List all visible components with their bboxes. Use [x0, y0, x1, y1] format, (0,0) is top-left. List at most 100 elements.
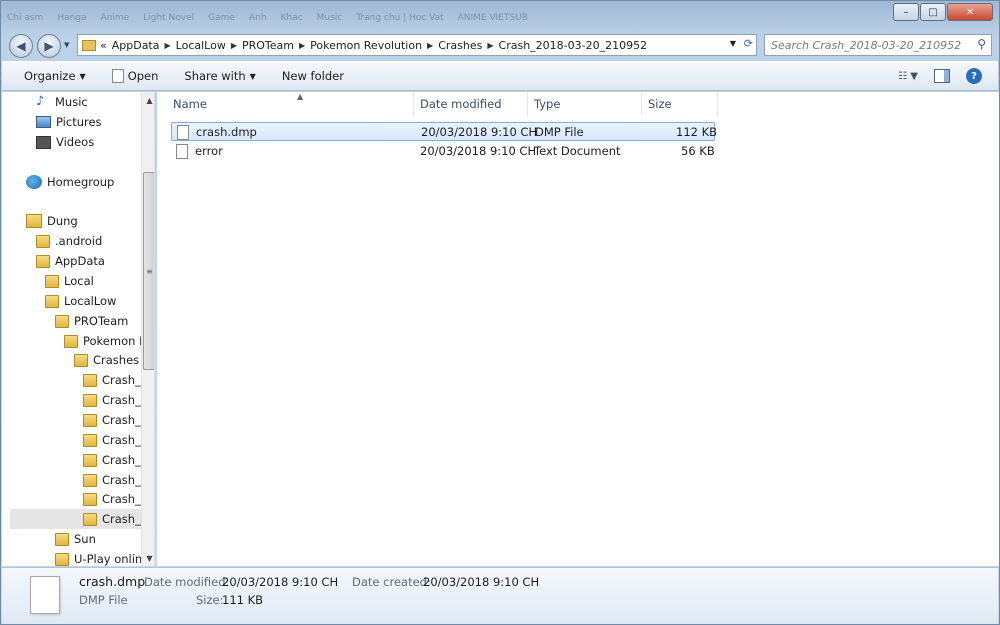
homegroup-icon	[26, 175, 42, 189]
breadcrumb-item[interactable]: Crash_2018-03-20_210952	[499, 39, 648, 52]
breadcrumb: AppData ▶ LocalLow ▶ PROTeam ▶ Pokemon Revo…	[112, 39, 647, 52]
nav-item-appdata[interactable]: AppData	[36, 251, 105, 271]
nav-item-label: Local	[64, 274, 94, 288]
nav-item-uplay[interactable]: U-Play online	[55, 549, 149, 566]
breadcrumb-arrow-icon[interactable]: ▶	[427, 41, 433, 50]
file-date: 20/03/2018 9:10 CH	[420, 144, 537, 158]
nav-item-crash-folder[interactable]: Crash_2	[83, 470, 148, 490]
help-icon[interactable]: ?	[966, 68, 982, 84]
close-button[interactable]: ✕	[947, 3, 993, 21]
refresh-icon[interactable]: ⟳	[744, 37, 753, 50]
nav-item-crash-folder[interactable]: Crash_2	[83, 410, 148, 430]
share-with-button[interactable]: Share with ▼	[184, 69, 255, 83]
nav-item-crash-folder[interactable]: Crash_2	[83, 489, 148, 509]
nav-scrollbar[interactable]: ▲ ≡ ▼	[141, 92, 154, 566]
back-arrow-icon: ◀	[16, 39, 26, 53]
breadcrumb-item[interactable]: Crashes	[438, 39, 482, 52]
nav-item-pictures[interactable]: Pictures	[36, 112, 102, 132]
column-header-name[interactable]: Name ▲	[167, 92, 414, 116]
nav-item-label: Pokemon R	[83, 334, 148, 348]
nav-item-label: Sun	[74, 532, 96, 546]
breadcrumb-arrow-icon[interactable]: ▶	[231, 41, 237, 50]
address-bar[interactable]: « AppData ▶ LocalLow ▶ PROTeam ▶ Pokemon Re…	[77, 34, 757, 56]
folder-icon	[82, 39, 96, 51]
organize-button[interactable]: Organize ▼	[24, 69, 86, 83]
file-thumbnail-icon	[30, 576, 60, 614]
nav-item-local[interactable]: Local	[45, 271, 94, 291]
view-options-icon[interactable]: ☷ ▼	[898, 71, 918, 82]
folder-icon	[36, 234, 50, 248]
nav-item-label: Videos	[56, 135, 95, 149]
background-tab: ANIME VIETSUB	[457, 13, 528, 23]
address-overflow-chevron[interactable]: «	[100, 39, 107, 52]
nav-item-proteam[interactable]: PROTeam	[55, 311, 128, 331]
breadcrumb-arrow-icon[interactable]: ▶	[487, 41, 493, 50]
file-icon	[177, 125, 189, 140]
nav-item-pokemon[interactable]: Pokemon R	[64, 331, 147, 351]
search-icon[interactable]: ⚲	[977, 37, 986, 51]
folder-icon	[83, 393, 97, 407]
videos-icon	[36, 135, 51, 149]
nav-item-videos[interactable]: Videos	[36, 132, 94, 152]
file-date: 20/03/2018 9:10 CH	[421, 125, 538, 139]
preview-pane-icon[interactable]	[934, 69, 950, 83]
breadcrumb-item[interactable]: Pokemon Revolution	[310, 39, 422, 52]
nav-item-crash-folder[interactable]: Crash_2	[83, 430, 148, 450]
nav-item-android[interactable]: .android	[36, 231, 102, 251]
breadcrumb-item[interactable]: PROTeam	[242, 39, 294, 52]
nav-item-crash-folder[interactable]: Crash_2	[83, 390, 148, 410]
nav-item-crash-folder[interactable]: Crash_2	[83, 370, 148, 390]
recent-pages-dropdown[interactable]: ▼	[64, 41, 69, 49]
scrollbar-thumb[interactable]: ≡	[143, 172, 154, 370]
details-date-created-label: Date created:	[352, 575, 431, 589]
nav-item-sun[interactable]: Sun	[55, 529, 96, 549]
open-button[interactable]: Open	[111, 69, 158, 83]
scroll-up-icon[interactable]: ▲	[142, 92, 154, 108]
nav-item-crashes[interactable]: Crashes	[74, 350, 139, 370]
folder-icon	[83, 413, 97, 427]
new-folder-button[interactable]: New folder	[282, 69, 344, 83]
breadcrumb-item[interactable]: LocalLow	[176, 39, 226, 52]
search-placeholder: Search Crash_2018-03-20_210952	[771, 38, 962, 52]
column-label: Name	[173, 97, 207, 111]
details-pane: crash.dmp DMP File Date modified: 20/03/…	[2, 567, 998, 624]
breadcrumb-arrow-icon[interactable]: ▶	[299, 41, 305, 50]
folder-icon	[83, 492, 97, 506]
folder-icon	[64, 334, 78, 348]
forward-button[interactable]: ▶	[37, 34, 61, 58]
minimize-button[interactable]: –	[893, 3, 919, 21]
folder-icon	[45, 274, 59, 288]
navigation-bar: ◀ ▶ ▼ « AppData ▶ LocalLow ▶ PROTeam ▶ Poke…	[1, 31, 999, 59]
folder-icon	[55, 532, 69, 546]
file-row[interactable]: error 20/03/2018 9:10 CH Text Document 5…	[171, 142, 715, 161]
scroll-down-icon[interactable]: ▼	[142, 550, 154, 566]
nav-item-music[interactable]: ♪ Music	[36, 92, 88, 112]
folder-icon	[83, 373, 97, 387]
background-tab: Chi asm	[7, 13, 44, 23]
nav-item-label: LocalLow	[64, 294, 117, 308]
breadcrumb-item[interactable]: AppData	[112, 39, 160, 52]
folder-icon	[55, 314, 69, 328]
maximize-button[interactable]: □	[920, 3, 946, 21]
nav-item-crash-folder-selected[interactable]: Crash_2	[10, 509, 148, 529]
background-tab: Anh	[248, 13, 267, 23]
search-input[interactable]: Search Crash_2018-03-20_210952 ⚲	[764, 34, 992, 56]
column-header-size[interactable]: Size	[642, 92, 718, 116]
nav-item-dung[interactable]: Dung	[26, 211, 78, 231]
sort-ascending-icon: ▲	[297, 92, 304, 101]
column-header-type[interactable]: Type	[528, 92, 642, 116]
address-dropdown-icon[interactable]: ▼	[730, 39, 736, 48]
folder-icon	[83, 473, 97, 487]
details-date-created: 20/03/2018 9:10 CH	[423, 575, 540, 589]
file-size: 56 KB	[681, 144, 715, 158]
breadcrumb-arrow-icon[interactable]: ▶	[165, 41, 171, 50]
column-header-date-modified[interactable]: Date modified	[414, 92, 528, 116]
file-row[interactable]: crash.dmp 20/03/2018 9:10 CH DMP File 11…	[171, 122, 717, 141]
explorer-window: Chi asm Hanga Anime Light Novel Game Anh…	[0, 0, 1000, 625]
file-name: error	[195, 144, 223, 158]
nav-item-crash-folder[interactable]: Crash_2	[83, 450, 148, 470]
nav-item-homegroup[interactable]: Homegroup	[26, 172, 114, 192]
nav-item-locallow[interactable]: LocalLow	[45, 291, 116, 311]
back-button[interactable]: ◀	[9, 34, 33, 58]
background-tab: Trang chu | Hoc Vat	[356, 13, 444, 23]
